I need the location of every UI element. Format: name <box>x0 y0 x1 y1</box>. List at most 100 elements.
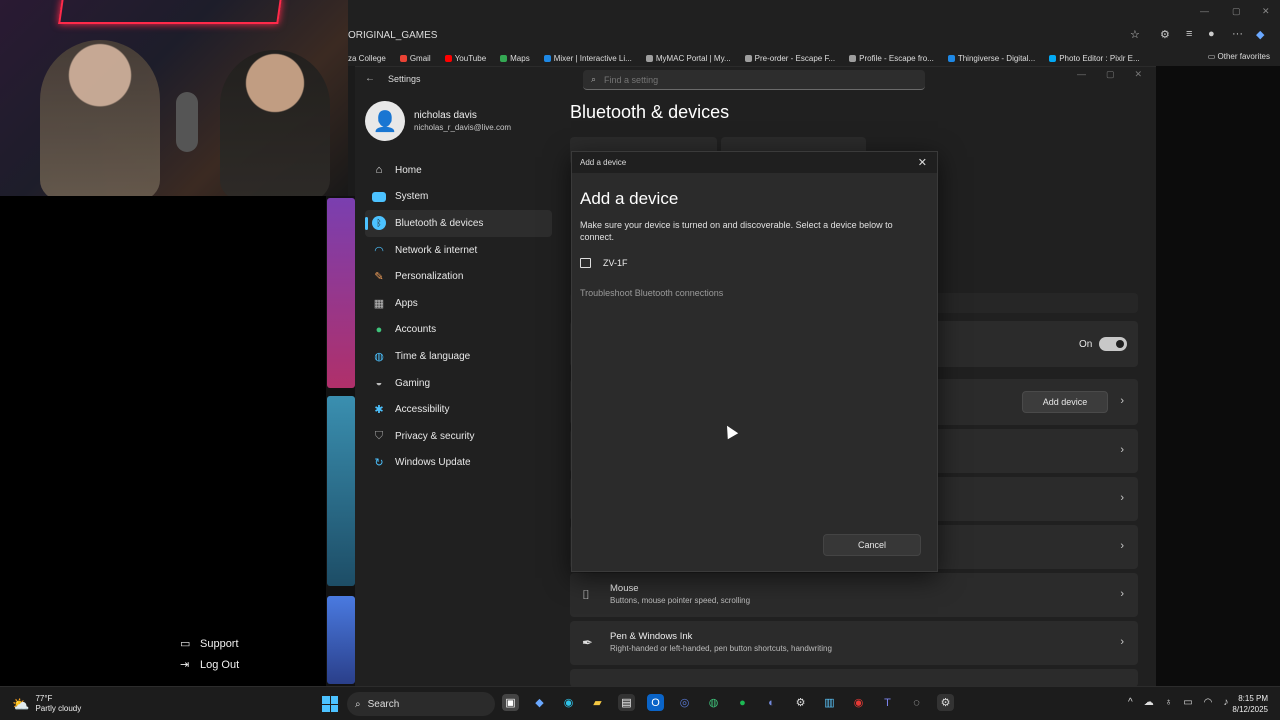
wifi-icon: ◠ <box>374 244 384 257</box>
favorite-star-icon[interactable]: ☆ <box>1130 28 1140 41</box>
favorites-icon[interactable]: ≡ <box>1186 28 1192 40</box>
apps-icon: ▦ <box>373 297 385 310</box>
nav-item-time-language[interactable]: ◍ Time & language <box>365 343 552 370</box>
dialog-window-title: Add a device <box>580 158 627 167</box>
chevron-right-icon: › <box>1120 492 1124 504</box>
bookmark[interactable]: MyMAC Portal | My... <box>645 54 731 63</box>
thumbnail[interactable] <box>327 396 355 586</box>
bookmark[interactable]: Profile - Escape fro... <box>849 54 934 63</box>
brush-icon: ✎ <box>374 271 384 284</box>
photos-icon[interactable]: ▥ <box>821 694 838 711</box>
thumbnail[interactable] <box>327 596 355 684</box>
windows-start-icon[interactable] <box>322 696 338 712</box>
minimize-icon[interactable]: — <box>1077 69 1086 80</box>
logout-link[interactable]: ⇥ Log Out <box>180 659 239 671</box>
gamepad-icon: ◒ <box>375 377 383 390</box>
extensions-icon[interactable]: ⚙ <box>1160 28 1170 41</box>
onedrive-icon[interactable]: ☁ <box>1144 697 1154 708</box>
weather-widget[interactable]: ⛅ 77°F Partly cloudy <box>12 694 81 714</box>
close-icon[interactable]: ✕ <box>918 156 927 169</box>
nav-item-personalization[interactable]: ✎ Personalization <box>365 263 552 290</box>
app-icon[interactable]: ◌ <box>908 694 925 711</box>
maximize-icon[interactable]: ▢ <box>1106 69 1115 80</box>
bookmark[interactable]: Mixer | Interactive Li... <box>543 54 632 63</box>
bluetooth-toggle[interactable] <box>1099 337 1127 351</box>
settings-titlebar: ← Settings ⌕ — ▢ ✕ <box>355 67 1156 91</box>
pinned-apps: ▣ ◆ ◉ ▰ ▤ O ◎ ◍ ● ◐ ⚙ ▥ ◉ T ◌ ⚙ <box>502 694 954 711</box>
troubleshoot-link[interactable]: Troubleshoot Bluetooth connections <box>580 288 723 298</box>
profile-icon[interactable]: ● <box>1208 28 1215 40</box>
cancel-button[interactable]: Cancel <box>823 534 921 556</box>
minimize-icon[interactable]: — <box>1200 6 1209 16</box>
temperature: 77°F <box>35 694 53 703</box>
neon-light <box>58 0 282 24</box>
chevron-right-icon: › <box>1120 588 1124 600</box>
nav-item-bluetooth-devices[interactable]: ᛒ Bluetooth & devices <box>365 210 552 237</box>
monitor-icon <box>372 191 386 202</box>
file-explorer-icon[interactable]: ▰ <box>589 694 606 711</box>
mouse-row[interactable]: ⌷ Mouse Buttons, mouse pointer speed, sc… <box>570 573 1138 617</box>
outlook-icon[interactable]: O <box>647 694 664 711</box>
dialog-heading: Add a device <box>580 189 679 208</box>
task-view-icon[interactable]: ▣ <box>502 694 519 711</box>
nav-item-accounts[interactable]: ● Accounts <box>365 317 552 344</box>
thumbnail[interactable] <box>327 198 355 388</box>
thingiverse-icon <box>947 54 955 62</box>
settings-search[interactable]: ⌕ <box>583 70 925 90</box>
wifi-icon[interactable]: ◠ <box>1204 697 1213 708</box>
other-favorites[interactable]: ▭ Other favorites <box>1208 52 1270 61</box>
nav-item-privacy-security[interactable]: ⛉ Privacy & security <box>365 423 552 450</box>
pen-row[interactable]: ✒ Pen & Windows Ink Right-handed or left… <box>570 621 1138 665</box>
bookmark[interactable]: Gmail <box>399 54 431 63</box>
bookmark[interactable]: YouTube <box>444 54 486 63</box>
display-icon[interactable]: ▭ <box>1183 697 1192 708</box>
steam-icon[interactable]: ⚙ <box>792 694 809 711</box>
user-profile[interactable]: 👤 nicholas davis nicholas_r_davis@live.c… <box>365 101 511 141</box>
nav-item-accessibility[interactable]: ✱ Accessibility <box>365 396 552 423</box>
app-icon[interactable]: ◍ <box>705 694 722 711</box>
discord-icon[interactable]: ◐ <box>763 694 780 711</box>
nav-item-gaming[interactable]: ◒ Gaming <box>365 370 552 397</box>
bookmark[interactable]: Photo Editor : Pixlr E... <box>1049 54 1140 63</box>
clock[interactable]: 8:15 PM 8/12/2025 <box>1232 693 1268 715</box>
taskbar-search[interactable]: ⌕ Search <box>347 692 495 716</box>
gmail-icon <box>399 54 407 62</box>
dialog-description: Make sure your device is turned on and d… <box>580 220 893 242</box>
maximize-icon[interactable]: ▢ <box>1232 6 1241 17</box>
volume-icon[interactable]: ♪ <box>1223 697 1228 708</box>
close-icon[interactable]: ✕ <box>1262 6 1270 17</box>
nav-item-system[interactable]: System <box>365 184 552 211</box>
thumbnail-strip <box>326 196 356 686</box>
edge-icon[interactable]: ◉ <box>560 694 577 711</box>
person-left <box>40 40 160 196</box>
more-icon[interactable]: ··· <box>1232 28 1243 40</box>
nav-item-apps[interactable]: ▦ Apps <box>365 290 552 317</box>
app-icon[interactable]: ◎ <box>676 694 693 711</box>
chevron-up-icon[interactable]: ^ <box>1128 697 1133 708</box>
nav-item-network[interactable]: ◠ Network & internet <box>365 237 552 264</box>
device-list-item[interactable]: ZV-1F <box>580 258 628 268</box>
microphone-icon[interactable]: ♁ <box>1165 697 1173 708</box>
nav-item-windows-update[interactable]: ↻ Windows Update <box>365 450 552 477</box>
settings-icon[interactable]: ⚙ <box>937 694 954 711</box>
settings-row[interactable] <box>570 669 1138 687</box>
spotify-icon[interactable]: ● <box>734 694 751 711</box>
app-icon[interactable]: ◉ <box>850 694 867 711</box>
support-link[interactable]: ▭ Support <box>180 638 239 650</box>
bookmark[interactable]: Maps <box>500 54 530 63</box>
store-icon[interactable]: ▤ <box>618 694 635 711</box>
teams-icon[interactable]: T <box>879 694 896 711</box>
nav-item-home[interactable]: ⌂ Home <box>365 157 552 184</box>
add-device-button[interactable]: Add device <box>1022 391 1108 413</box>
close-icon[interactable]: ✕ <box>1134 69 1142 80</box>
bookmark[interactable]: Thingiverse - Digital... <box>947 54 1035 63</box>
bookmark[interactable]: Pre-order - Escape F... <box>744 54 835 63</box>
mouse-icon: ⌷ <box>582 587 590 602</box>
search-input[interactable] <box>604 74 905 85</box>
bookmark[interactable]: za College <box>348 54 386 63</box>
youtube-icon <box>444 54 452 62</box>
copilot-icon[interactable]: ◆ <box>531 694 548 711</box>
back-arrow-icon[interactable]: ← <box>365 73 375 84</box>
copilot-icon[interactable]: ◆ <box>1256 28 1264 41</box>
address-text[interactable]: ORIGINAL_GAMES <box>348 30 437 41</box>
